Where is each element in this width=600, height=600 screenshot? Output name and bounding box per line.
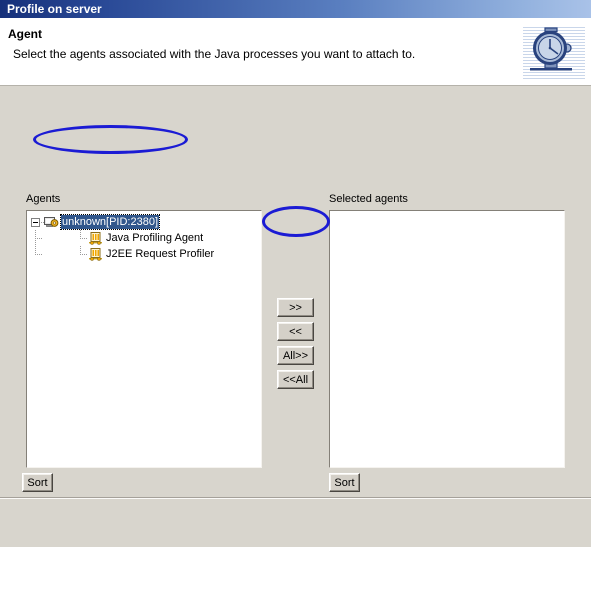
tree-row[interactable]: unknown[PID:2380]	[27, 214, 261, 230]
screenshot-root: Profile on server Agent Select the agent…	[0, 0, 600, 600]
header-icon-area	[519, 21, 585, 83]
agents-label: Agents	[26, 193, 61, 205]
wizard-content: Agents Selected agents unknown[PID:2380]…	[0, 86, 591, 533]
tree-connector-line	[80, 254, 87, 255]
remove-all-agents-button[interactable]: <<All	[277, 370, 314, 389]
stopwatch-icon	[530, 27, 572, 71]
wizard-button-bar: < Back Next > Finish Cancel	[0, 499, 591, 547]
add-agent-button[interactable]: >>	[277, 298, 314, 317]
tree-connector-line	[80, 238, 87, 239]
selected-agents-label: Selected agents	[329, 193, 408, 205]
tree-connector-line	[35, 238, 42, 239]
tree-connector-line	[80, 246, 81, 254]
sort-selected-agents-button[interactable]: Sort	[329, 473, 360, 492]
tree-row[interactable]: Java Profiling Agent	[27, 230, 261, 246]
tree-node-label[interactable]: unknown[PID:2380]	[59, 214, 161, 230]
dialog-title: Profile on server	[7, 2, 102, 16]
profiler-agent-icon	[88, 247, 103, 261]
selected-agents-list[interactable]	[329, 210, 565, 468]
profiler-agent-icon	[88, 231, 103, 245]
tree-connector-line	[80, 230, 81, 238]
add-all-agents-button[interactable]: All>>	[277, 346, 314, 365]
profile-on-server-dialog: Profile on server Agent Select the agent…	[0, 0, 591, 547]
tree-expand-toggle-icon[interactable]	[31, 218, 40, 227]
page-subtitle: Select the agents associated with the Ja…	[13, 47, 416, 61]
dialog-titlebar: Profile on server	[0, 0, 591, 18]
page-title: Agent	[8, 27, 42, 41]
tree-row[interactable]: J2EE Request Profiler	[27, 246, 261, 262]
tree-node-label[interactable]: J2EE Request Profiler	[106, 247, 214, 261]
sort-agents-button[interactable]: Sort	[22, 473, 53, 492]
tree-node-label[interactable]: Java Profiling Agent	[106, 231, 203, 245]
tree-connector-line	[35, 254, 42, 255]
agents-tree-body: unknown[PID:2380] Java Profiling Agent J…	[27, 214, 261, 262]
agents-tree[interactable]: unknown[PID:2380] Java Profiling Agent J…	[26, 210, 262, 468]
wizard-header: Agent Select the agents associated with …	[0, 18, 591, 86]
remove-agent-button[interactable]: <<	[277, 322, 314, 341]
computer-gear-icon	[44, 215, 59, 229]
